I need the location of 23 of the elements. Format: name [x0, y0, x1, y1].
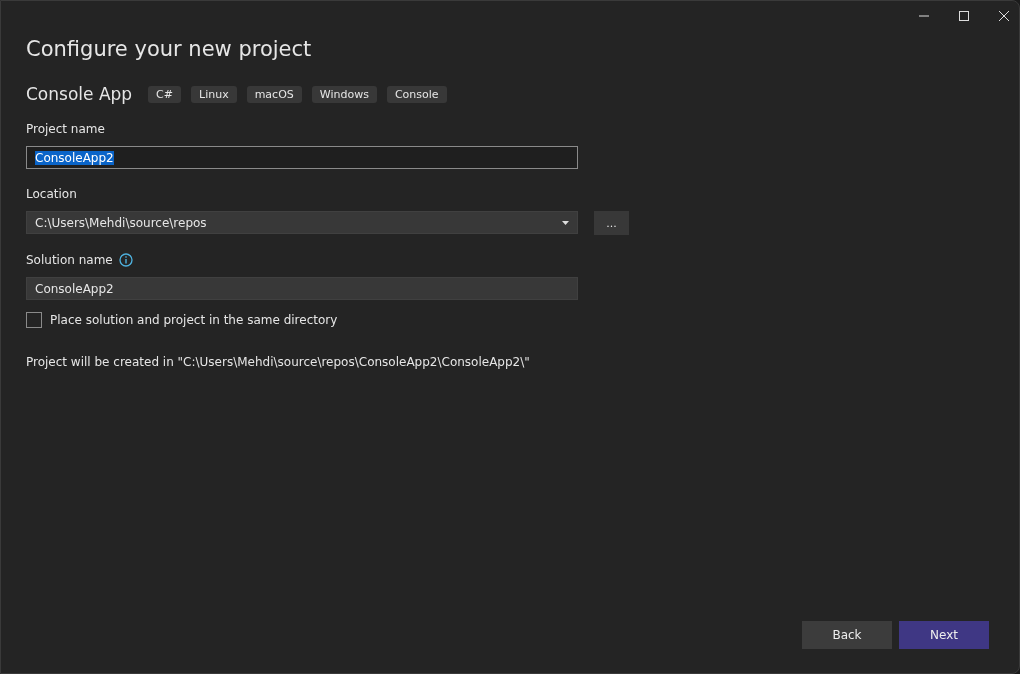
next-button[interactable]: Next — [899, 621, 989, 649]
location-dropdown[interactable]: C:\Users\Mehdi\source\repos — [26, 211, 578, 234]
field-label: Project name — [26, 122, 106, 136]
tag: Console — [386, 85, 447, 103]
window-title: Configure your new project — [26, 36, 313, 63]
summary-text: Project will be created in "C:\Users\Mehdi\source\repos\ConsoleApp2\ConsoleApp2\" — [26, 355, 531, 369]
field-label: Solution name — [26, 253, 113, 267]
back-button[interactable]: Back — [802, 621, 892, 649]
caret-icon — [562, 220, 569, 225]
tag: C# — [148, 85, 181, 103]
info-icon[interactable] — [118, 253, 133, 267]
checkbox-label: Place solution and project in the same directory — [50, 313, 338, 327]
close-icon[interactable] — [998, 10, 1010, 22]
tag: Windows — [311, 85, 377, 103]
template-name: Console App — [26, 84, 133, 104]
checkbox[interactable] — [26, 312, 42, 328]
tag: Linux — [191, 85, 237, 103]
input-field[interactable]: ConsoleApp2 — [26, 277, 578, 300]
maximize-icon[interactable] — [958, 10, 970, 22]
browse-button[interactable]: ... — [594, 211, 629, 235]
field-label: Location — [26, 187, 78, 201]
input-field[interactable]: ConsoleApp2 — [26, 146, 578, 169]
tag: macOS — [246, 85, 302, 103]
